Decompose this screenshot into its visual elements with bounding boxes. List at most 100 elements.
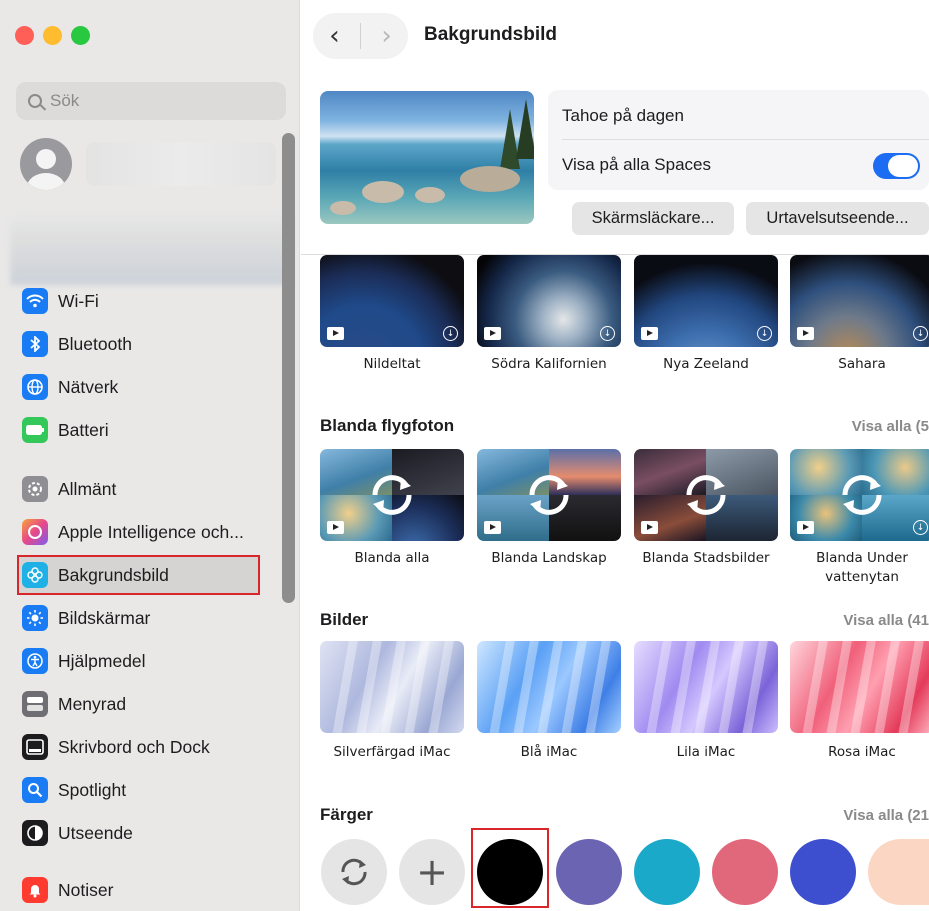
thumb-caption: Blanda Stadsbilder <box>642 550 770 566</box>
visa-alla-link[interactable]: Visa alla (21 <box>843 807 929 824</box>
zoom-button[interactable] <box>71 26 90 45</box>
sidebar-item-notiser[interactable]: Notiser <box>22 876 113 904</box>
page-title: Bakgrundsbild <box>424 24 558 45</box>
stripe <box>401 641 432 733</box>
refresh-icon <box>341 858 367 886</box>
thumb-caption: Blanda Under vattenytan <box>816 550 908 585</box>
visa-alla-link[interactable]: Visa alla (5 <box>852 418 929 435</box>
section-title: Färger <box>320 805 373 824</box>
thumb-caption: Blanda Landskap <box>491 550 607 566</box>
shuffle-icon <box>529 475 569 515</box>
download-icon: ↓ <box>913 326 928 341</box>
thumb-caption: Silverfärgad iMac <box>333 744 451 760</box>
back-button[interactable]: ‹ <box>329 21 339 51</box>
shuffle-thumb-all[interactable] <box>320 449 464 541</box>
sidebar: Sök Wi-Fi Bluetooth Nätverk Batteri Allm… <box>0 0 300 911</box>
sidebar-item-bildskarmar[interactable]: Bildskärmar <box>22 604 150 632</box>
color-swatch-purple[interactable] <box>556 839 622 905</box>
sidebar-item-spotlight[interactable]: Spotlight <box>22 776 126 804</box>
video-icon <box>641 327 658 340</box>
color-swatch-blue[interactable] <box>790 839 856 905</box>
magnifier-icon <box>22 777 48 803</box>
wallpaper-name[interactable]: Tahoe på dagen <box>562 106 684 126</box>
stripe <box>582 641 613 733</box>
sidebar-item-label: Skrivbord och Dock <box>58 736 210 757</box>
thumb-caption: Blå iMac <box>520 744 578 760</box>
aerial-thumb-nya-zeeland[interactable]: ↓ <box>634 255 778 347</box>
aerial-thumb-sodra-kalifornien[interactable]: ↓ <box>477 255 621 347</box>
current-wallpaper-preview[interactable] <box>320 91 534 224</box>
stripe <box>691 641 722 733</box>
minimize-button[interactable] <box>43 26 62 45</box>
sidebar-scrollbar[interactable] <box>282 133 295 603</box>
sidebar-item-wifi[interactable]: Wi-Fi <box>22 287 99 315</box>
sidebar-item-utseende[interactable]: Utseende <box>22 819 133 847</box>
shuffle-thumb-cityscapes[interactable] <box>634 449 778 541</box>
sidebar-item-menyrad[interactable]: Menyrad <box>22 690 126 718</box>
sidebar-item-bakgrundsbild[interactable]: Bakgrundsbild <box>22 561 169 589</box>
sidebar-item-skrivbord-dock[interactable]: Skrivbord och Dock <box>22 733 210 761</box>
sidebar-item-label: Utseende <box>58 822 133 843</box>
video-icon <box>327 327 344 340</box>
notification-bell-icon <box>22 877 48 903</box>
video-icon <box>797 521 814 534</box>
stripe <box>534 641 565 733</box>
color-swatch-pink[interactable] <box>712 839 778 905</box>
avatar <box>20 138 72 190</box>
sidebar-item-batteri[interactable]: Batteri <box>22 416 109 444</box>
color-swatch-peach[interactable] <box>868 839 929 905</box>
video-icon <box>484 521 501 534</box>
search-input[interactable]: Sök <box>16 82 286 120</box>
rock-shape <box>460 166 520 192</box>
sidebar-item-natverk[interactable]: Nätverk <box>22 373 118 401</box>
picture-thumb-blue-imac[interactable] <box>477 641 621 733</box>
stripe <box>643 641 674 733</box>
thumb-caption: Nildeltat <box>363 356 421 372</box>
account-row[interactable] <box>20 138 276 190</box>
sidebar-item-label: Bakgrundsbild <box>58 564 169 585</box>
forward-button[interactable]: › <box>381 21 391 51</box>
thumb-caption: Södra Kalifornien <box>491 356 607 372</box>
section-shuffle-aerials: Blanda flygfoton Visa alla (5 <box>320 416 929 436</box>
color-swatch-teal[interactable] <box>634 839 700 905</box>
shuffle-thumb-underwater[interactable]: ↓ <box>790 449 929 541</box>
desktop-dock-icon <box>22 734 48 760</box>
section-colors: Färger Visa alla (21 <box>320 805 929 825</box>
sidebar-item-hjalpmedel[interactable]: Hjälpmedel <box>22 647 146 675</box>
stripe <box>739 641 770 733</box>
sidebar-item-label: Wi-Fi <box>58 290 99 311</box>
visa-alla-link[interactable]: Visa alla (41 <box>843 612 929 629</box>
picture-thumb-purple-imac[interactable] <box>634 641 778 733</box>
stripe <box>667 641 698 733</box>
stripe <box>847 641 878 733</box>
gear-icon <box>22 476 48 502</box>
sidebar-item-bluetooth[interactable]: Bluetooth <box>22 330 132 358</box>
close-button[interactable] <box>15 26 34 45</box>
sidebar-item-label: Notiser <box>58 879 114 900</box>
sidebar-item-allmant[interactable]: Allmänt <box>22 475 116 503</box>
sidebar-item-label: Spotlight <box>58 779 127 800</box>
rock-shape <box>415 187 445 203</box>
video-icon <box>327 521 344 534</box>
stripe <box>558 641 589 733</box>
aerial-thumb-nildeltat[interactable]: ↓ <box>320 255 464 347</box>
blurred-region <box>10 215 290 285</box>
nav-separator <box>359 23 361 49</box>
picture-thumb-silver-imac[interactable] <box>320 641 464 733</box>
download-icon: ↓ <box>757 326 772 341</box>
navigation-pill: ‹ › <box>313 13 408 59</box>
download-icon: ↓ <box>913 520 928 535</box>
clock-appearance-button[interactable]: Urtavelsutseende... <box>746 202 929 235</box>
show-all-spaces-label: Visa på alla Spaces <box>562 155 712 174</box>
sidebar-item-apple-intelligence[interactable]: Apple Intelligence och... <box>22 518 244 546</box>
sidebar-item-label: Batteri <box>58 419 109 440</box>
aerial-thumb-sahara[interactable]: ↓ <box>790 255 929 347</box>
stripe <box>895 641 926 733</box>
picture-thumb-pink-imac[interactable] <box>790 641 929 733</box>
add-color-button[interactable]: + <box>399 839 465 905</box>
shuffle-thumb-landscape[interactable] <box>477 449 621 541</box>
show-all-spaces-toggle[interactable] <box>873 153 920 179</box>
screensaver-button[interactable]: Skärmsläckare... <box>572 202 734 235</box>
shuffle-icon <box>686 475 726 515</box>
dynamic-color-button[interactable] <box>321 839 387 905</box>
